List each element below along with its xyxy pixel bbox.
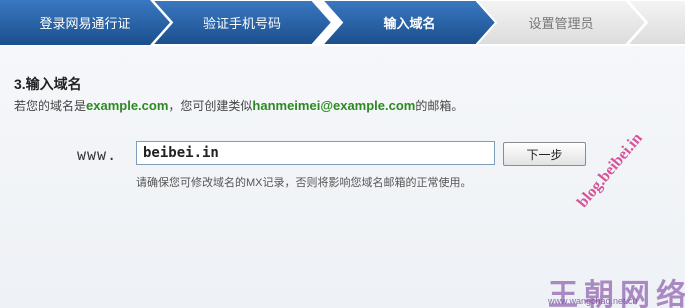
step-2-label: 验证手机号码 — [202, 16, 281, 31]
www-prefix-label: www. — [77, 146, 118, 164]
domain-input[interactable] — [136, 141, 495, 165]
step-3-current: 输入域名 — [322, 0, 497, 45]
domain-form-panel: 3.输入域名 若您的域名是example.com，您可创建类似hanmeimei… — [0, 46, 685, 308]
domain-hint: 若您的域名是example.com，您可创建类似hanmeimei@exampl… — [14, 97, 463, 114]
watermark-site-url: www.wangchao.net.cn — [548, 296, 638, 306]
step-3-label: 输入域名 — [383, 16, 436, 31]
hint-prefix: 若您的域名是 — [14, 99, 87, 113]
next-step-button[interactable]: 下一步 — [503, 142, 586, 166]
step-1: 登录网易通行证 — [0, 0, 170, 45]
hint-domain: example.com — [86, 98, 169, 113]
section-title: 3.输入域名 — [14, 76, 82, 92]
step-5 — [627, 0, 685, 45]
mx-record-note: 请确保您可修改域名的MX记录，否则将影响您域名邮箱的正常使用。 — [136, 177, 472, 189]
hint-middle: ，您可创建类似 — [168, 99, 253, 113]
step-4-label: 设置管理员 — [528, 16, 594, 31]
step-progress-bar: 登录网易通行证 验证手机号码 输入域名 设置管理员 — [0, 0, 685, 45]
hint-suffix: 的邮箱。 — [415, 99, 464, 113]
step-4: 设置管理员 — [476, 0, 646, 45]
hint-email: hanmeimei@example.com — [252, 98, 416, 113]
step-5-shape — [627, 0, 685, 45]
step-2: 验证手机号码 — [152, 0, 332, 45]
step-1-label: 登录网易通行证 — [39, 16, 131, 31]
